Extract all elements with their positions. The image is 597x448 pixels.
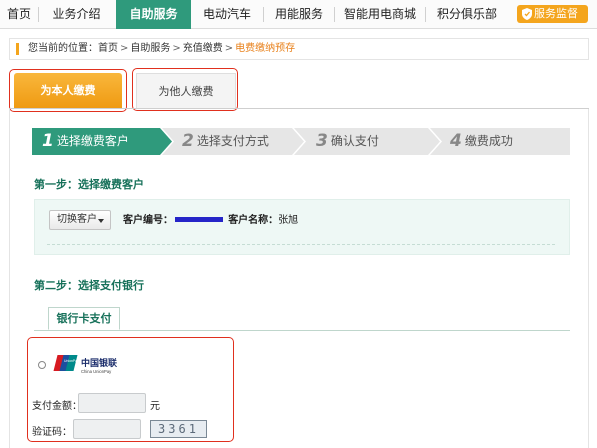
step-4-label: 缴费成功: [464, 134, 513, 148]
breadcrumb-link-home[interactable]: 首页: [98, 43, 118, 54]
breadcrumb-separator: >: [224, 43, 234, 54]
amount-unit: 元: [150, 401, 160, 412]
top-nav: 首页 业务介绍 自助服务 电动汽车 用能服务 智能用电商城 积分俱乐部 服务监督: [0, 0, 597, 29]
tab-pay-for-others[interactable]: 为他人缴费: [136, 73, 236, 108]
tab-pay-for-self[interactable]: 为本人缴费: [14, 73, 122, 108]
breadcrumb-prefix: 您当前的位置：: [28, 43, 98, 54]
bank-tabs-underline: [34, 330, 570, 331]
customer-name-label: 客户名称：: [228, 215, 279, 226]
nav-item-self-service[interactable]: 自助服务: [116, 0, 191, 29]
service-supervision-button[interactable]: 服务监督: [517, 5, 588, 23]
step-1: 1 选择缴费客户: [42, 128, 129, 155]
breadcrumb-separator: >: [120, 43, 129, 54]
customer-id-label: 客户编号：: [123, 215, 173, 226]
step-3-label: 确认支付: [330, 134, 379, 148]
breadcrumb-marker: [16, 43, 19, 55]
progress-steps: 1 选择缴费客户 2 选择支付方式 3 确认支付 4 缴费成功: [32, 128, 570, 155]
step-3: 3 确认支付: [316, 128, 379, 155]
nav-item-home[interactable]: 首页: [0, 0, 38, 29]
step-1-label: 选择缴费客户: [56, 134, 129, 148]
step-4-number: 4: [450, 131, 462, 151]
tab-bank-card-payment[interactable]: 银行卡支付: [48, 307, 120, 330]
step-2-number: 2: [182, 131, 194, 151]
customer-name: 张旭: [278, 215, 299, 226]
breadcrumb-link-recharge[interactable]: 充值缴费: [183, 43, 223, 54]
step1-title: 第一步：选择缴费客户: [34, 178, 144, 191]
step-3-number: 3: [316, 131, 328, 151]
step-2-label: 选择支付方式: [196, 134, 269, 148]
amount-input[interactable]: [78, 393, 146, 413]
customer-info: 客户编号： 客户名称：张旭: [123, 211, 298, 226]
caret-down-icon: [98, 219, 104, 223]
unionpay-radio[interactable]: [38, 361, 46, 369]
dashed-divider: [47, 244, 555, 245]
step2-title: 第二步：选择支付银行: [34, 279, 144, 292]
nav-item-ev[interactable]: 电动汽车: [191, 0, 263, 29]
customer-box: 切换客户 客户编号： 客户名称：张旭: [34, 199, 570, 255]
unionpay-logo: UnionPay 中国银联 China UnionPay: [53, 355, 118, 374]
nav-item-mall[interactable]: 智能用电商城: [335, 0, 425, 29]
nav-item-business[interactable]: 业务介绍: [39, 0, 114, 29]
switch-customer-dropdown[interactable]: 切换客户: [49, 210, 111, 230]
breadcrumb: 您当前的位置：首页 > 自助服务 > 充值缴费 > 电费缴纳预存: [9, 38, 589, 60]
shield-icon: [522, 8, 532, 20]
captcha-label: 验证码：: [32, 427, 72, 438]
breadcrumb-link-self-service[interactable]: 自助服务: [130, 43, 170, 54]
nav-item-points-club[interactable]: 积分俱乐部: [426, 0, 508, 29]
breadcrumb-text: 您当前的位置：首页 > 自助服务 > 充值缴费 > 电费缴纳预存: [28, 39, 295, 59]
unionpay-logo-en: China UnionPay: [81, 369, 112, 374]
breadcrumb-separator: >: [172, 43, 181, 54]
captcha-image[interactable]: 3361: [150, 420, 207, 438]
captcha-input[interactable]: [73, 419, 141, 439]
step-4: 4 缴费成功: [450, 128, 513, 155]
service-supervision-label: 服务监督: [534, 7, 578, 20]
unionpay-badge-text: UnionPay: [64, 359, 79, 363]
switch-customer-label: 切换客户: [57, 214, 97, 225]
unionpay-logo-cn: 中国银联: [81, 357, 118, 369]
customer-id-redacted: [175, 217, 223, 222]
amount-label: 支付金额：: [32, 401, 82, 412]
breadcrumb-current: 电费缴纳预存: [235, 43, 296, 54]
step-2: 2 选择支付方式: [182, 128, 269, 155]
nav-item-energy[interactable]: 用能服务: [264, 0, 334, 29]
step-1-number: 1: [42, 131, 54, 151]
